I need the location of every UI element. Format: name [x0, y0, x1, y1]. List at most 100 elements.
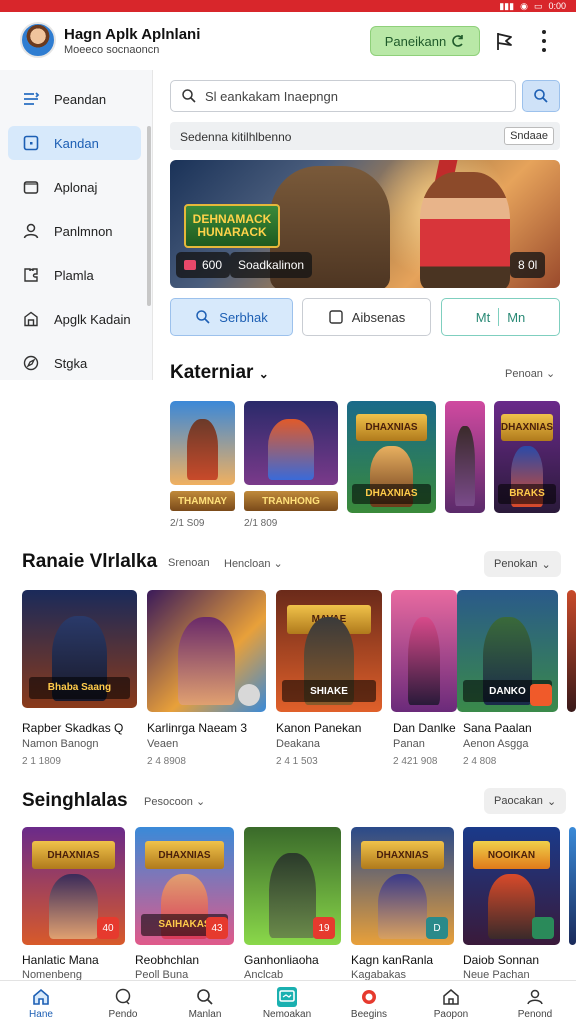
banner-chip-title[interactable]: Soadkalinon [230, 252, 313, 278]
game-card-title-5[interactable]: Sana Paalan [463, 721, 532, 735]
nav-item-label: Pendo [108, 1008, 138, 1020]
nav-item-nemoakan[interactable]: Nemoakan [246, 981, 328, 1025]
sidebar-item-label: Plamla [54, 267, 94, 283]
nav-item-penond[interactable]: Penond [494, 981, 576, 1025]
more-options-icon[interactable] [536, 30, 552, 52]
nav-item-label: Beegins [350, 1008, 388, 1020]
filter-bar[interactable]: Sedenna kitilhlbenno Sndaae [170, 122, 560, 150]
game-card-thumb-1[interactable]: Bhaba Saang [22, 590, 137, 708]
category-thumb-4[interactable] [445, 401, 485, 513]
nav-item-paopon[interactable]: Paopon [410, 981, 492, 1025]
puzzle-icon [24, 268, 38, 282]
header-pill-button[interactable]: Paneikann [370, 26, 480, 56]
sidebar-item-label: Peandan [54, 91, 107, 107]
game-card2-thumb-partial[interactable] [569, 827, 576, 945]
action-button-secondary[interactable]: Aibsenas [302, 298, 431, 336]
game-card2-title-4[interactable]: Kagn kanRanla [351, 953, 433, 967]
action-button-tertiary[interactable]: Mt Mn [441, 298, 560, 336]
game-card-title-2[interactable]: Karlinrga Naeam 3 [147, 721, 247, 735]
chevron-down-icon[interactable]: ⌄ [259, 367, 269, 381]
badge-icon[interactable]: 43 [206, 917, 228, 939]
thumb-caption: SHIAKE [282, 680, 376, 703]
category-thumb-3[interactable]: DHAXNIAS DHAXNIAS [347, 401, 436, 513]
category-thumb-5[interactable]: DHAXNIAS BRAKS [494, 401, 560, 513]
sidebar-item-apglk-kadain[interactable]: Apglk Kadain [8, 302, 141, 336]
game-card2-thumb-2[interactable]: DHAXNIAS SAIHAKAS 43 [135, 827, 234, 945]
sidebar-item-label: Aplonaj [54, 179, 98, 195]
game-card2-thumb-4[interactable]: DHAXNIAS D [351, 827, 454, 945]
game-card-title-1[interactable]: Rapber Skadkas Q [22, 721, 123, 735]
search-input[interactable]: Sl eankakam Inaepngn [170, 80, 516, 112]
nav-item-label: Hane [29, 1008, 53, 1020]
game-card2-thumb-3[interactable]: 19 [244, 827, 341, 945]
sidebar-item-label: Stgka [54, 355, 88, 371]
sidebar-item-kandan[interactable]: Kandan [8, 126, 141, 160]
game-card2-title-3[interactable]: Ganhonliaoha [244, 953, 319, 967]
banner-chip-title-text: Soadkalinon [238, 258, 305, 272]
thumb-caption: DHAXNIAS [352, 483, 431, 505]
category-thumb-2[interactable] [244, 401, 338, 485]
search-button[interactable] [522, 80, 560, 112]
game-card2-title-2[interactable]: Reobhchlan [135, 953, 199, 967]
flag-icon[interactable] [494, 30, 516, 52]
nav-item-home[interactable]: Hane [0, 981, 82, 1025]
badge-icon[interactable]: 19 [313, 917, 335, 939]
app-title: Hagn Aplk Aplnlani [64, 26, 201, 43]
badge-icon[interactable]: 40 [97, 917, 119, 939]
game-card2-title-1[interactable]: Hanlatic Mana [22, 953, 99, 967]
section2-sort-1[interactable]: Srenoan [168, 557, 210, 569]
banner-chip-count-text: 8 0l [518, 258, 538, 272]
game-card2-thumb-1[interactable]: DHAXNIAS 40 [22, 827, 125, 945]
category-thumb-1[interactable] [170, 401, 235, 485]
sidebar-item-stgka[interactable]: Stgka [8, 346, 141, 380]
bottom-navigation: Hane Pendo Manlan Nemoakan Beegins Paopo… [0, 980, 576, 1024]
nav-item-beegins[interactable]: Beegins [328, 981, 410, 1025]
sidebar-item-aplonaj[interactable]: Aplonaj [8, 170, 141, 204]
sidebar-item-menu[interactable]: Peandan [8, 82, 141, 116]
search-icon [197, 988, 213, 1005]
sidebar-scrollbar[interactable] [147, 126, 151, 306]
thumb-logo: DHAXNIAS [500, 414, 554, 442]
game-card2-title-5[interactable]: Daiob Sonnan [463, 953, 539, 967]
action-button-secondary-label: Aibsenas [351, 309, 406, 325]
action-button-primary[interactable]: Serbhak [170, 298, 293, 336]
game-card-thumb-5[interactable]: DANKO [457, 590, 558, 712]
badge-icon[interactable] [532, 917, 554, 939]
kategori-sort[interactable]: Penoan ⌄ [505, 367, 555, 380]
category-label-1: THAMNAY [170, 491, 235, 511]
thumb-figure [377, 874, 428, 940]
thumb-figure [177, 616, 236, 705]
profile-icon [527, 989, 543, 1004]
section2-pill-label: Penokan [494, 558, 538, 570]
section2-pill[interactable]: Penokan ⌄ [484, 551, 561, 577]
banner-chip-likes[interactable]: 600 [176, 252, 231, 278]
game-card-thumb-3[interactable]: MAVAE SHIAKE [276, 590, 382, 712]
nav-item-pendo[interactable]: Pendo [82, 981, 164, 1025]
game-card-title-3[interactable]: Kanon Panekan [276, 721, 361, 735]
avatar[interactable] [20, 22, 56, 58]
section2-sort-2[interactable]: Hencloan ⌄ [224, 557, 283, 570]
action-button-tertiary-label-a: Mt [475, 309, 491, 325]
search-icon [196, 310, 210, 324]
game-card2-thumb-5[interactable]: NOOIKAN [463, 827, 560, 945]
chat-icon [115, 988, 131, 1005]
banner-chip-count[interactable]: 8 0l [510, 252, 546, 278]
featured-banner[interactable]: DEHNAMACK HUNARACK 600 Soadkalinon 8 0l [170, 160, 560, 288]
game-card-thumb-2[interactable] [147, 590, 266, 712]
nav-item-label: Penond [517, 1008, 553, 1020]
game-card-thumb-4[interactable] [391, 590, 457, 712]
badge-icon[interactable]: D [426, 917, 448, 939]
filter-chip[interactable]: Sndaae [504, 127, 554, 145]
game-card-title-4[interactable]: Dan Danlke [393, 721, 456, 735]
sidebar-item-panlmnon[interactable]: Panlmnon [8, 214, 141, 248]
sidebar-item-plamla[interactable]: Plamla [8, 258, 141, 292]
menu-icon [24, 92, 40, 105]
section3-sort[interactable]: Pesocoon ⌄ [144, 795, 205, 808]
game-card-meta-5: 2 4 808 [463, 756, 497, 767]
section3-pill[interactable]: Paocakan ⌄ [484, 788, 567, 814]
nav-item-manlan[interactable]: Manlan [164, 981, 246, 1025]
badge-icon[interactable] [530, 684, 552, 706]
play-badge-icon[interactable] [238, 684, 260, 706]
game-card-thumb-partial[interactable] [567, 590, 576, 712]
thumb-figure [268, 419, 314, 480]
